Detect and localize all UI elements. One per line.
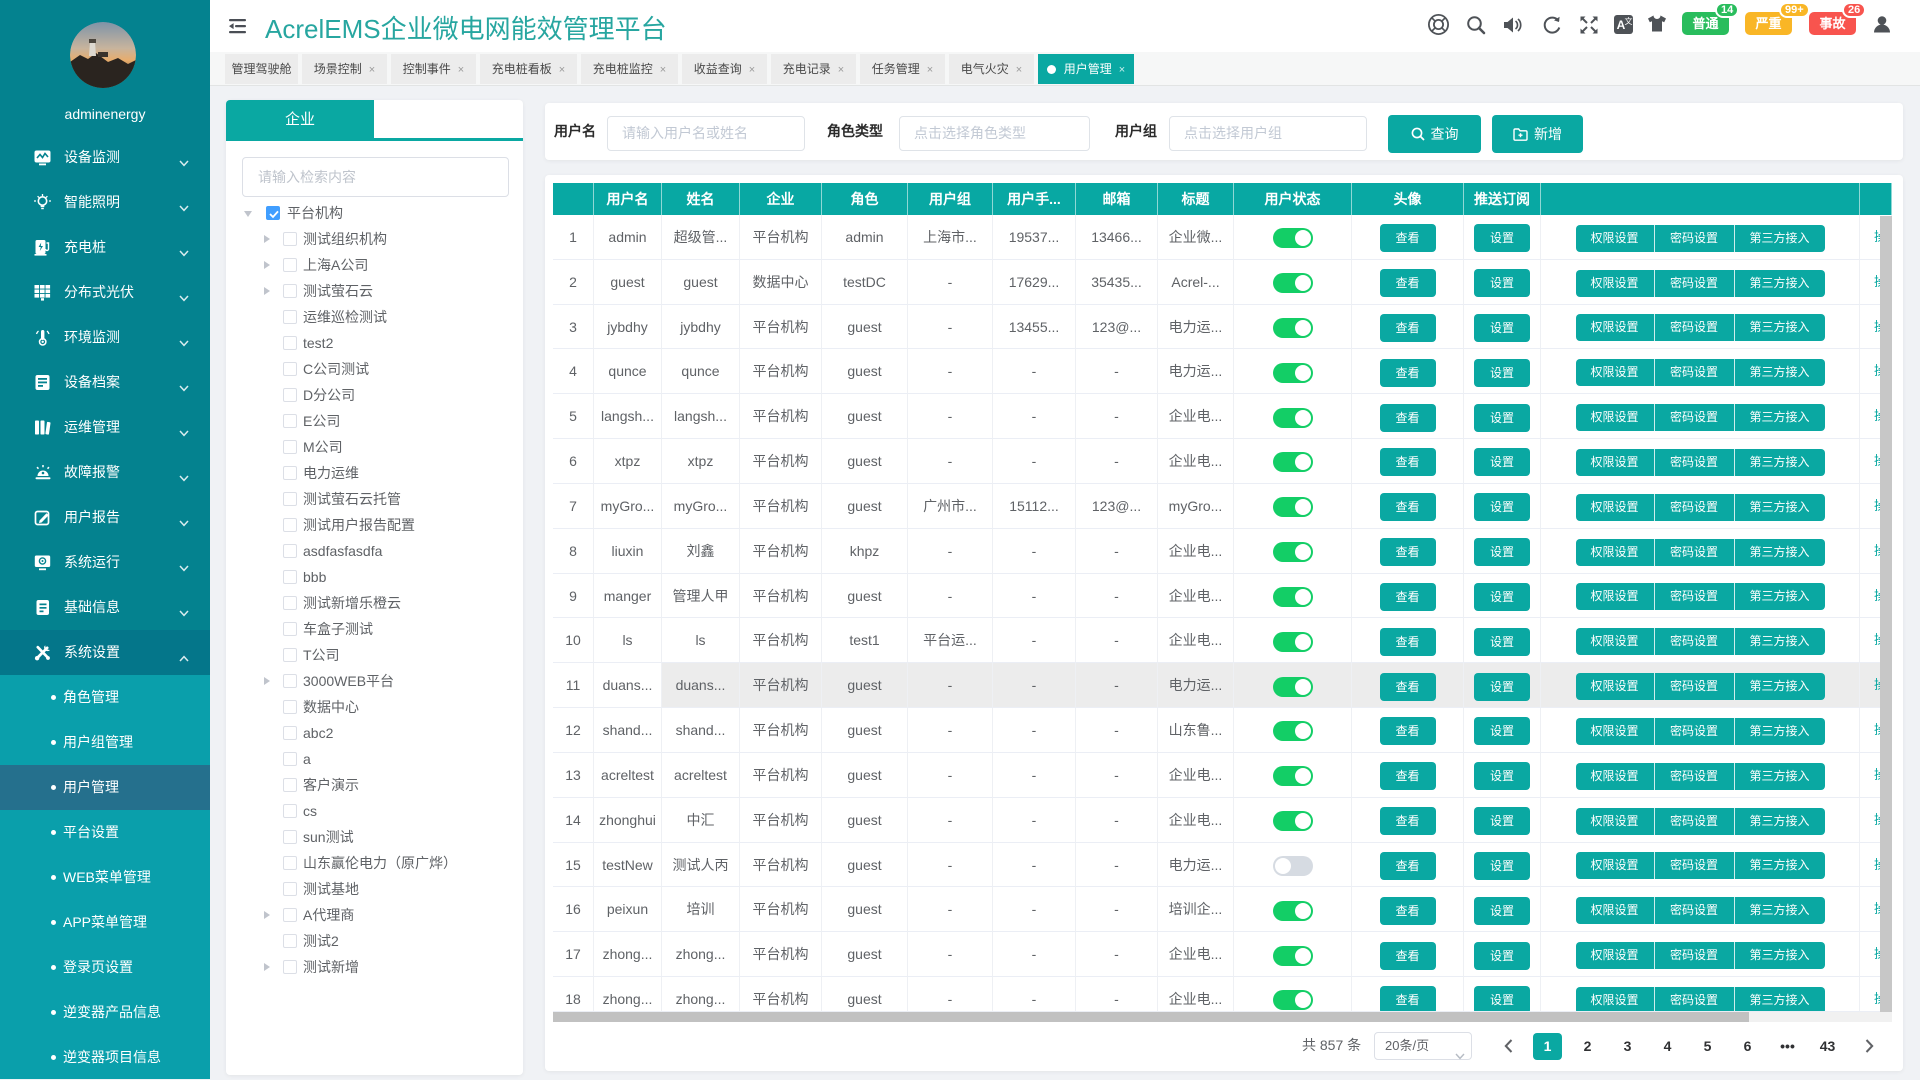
svg-text:文: 文 <box>1625 16 1633 26</box>
